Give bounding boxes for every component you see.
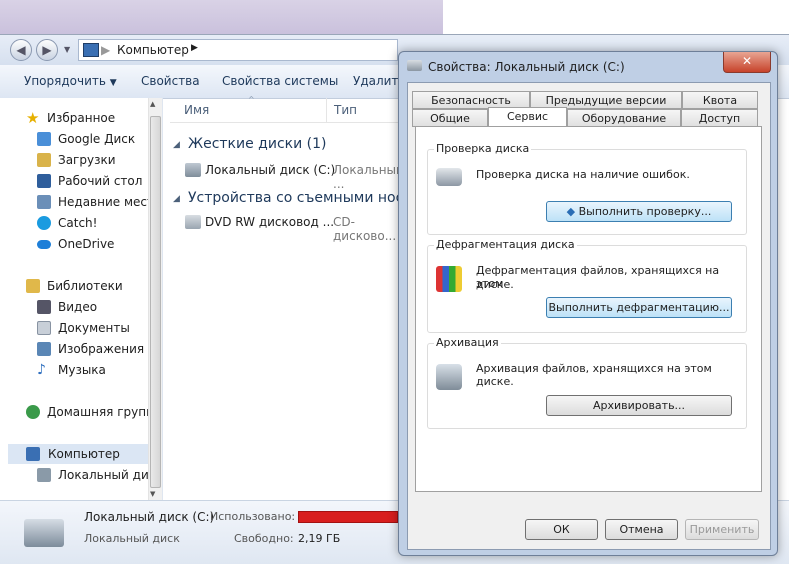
downloads-icon — [37, 153, 51, 167]
tab-hardware[interactable]: Оборудование — [567, 109, 681, 127]
dvd-drive-icon — [185, 215, 201, 229]
group-defrag: Дефрагментация диска Дефрагментация файл… — [427, 238, 747, 333]
scrollbar-thumb[interactable] — [150, 116, 161, 488]
group-backup: Архивация Архивация файлов, хранящихся н… — [427, 336, 747, 429]
group-description-line1: Дефрагментация файлов, хранящихся на это… — [476, 264, 720, 290]
navigation-pane: ★ Избранное Google Диск Загрузки Рабочий … — [0, 98, 163, 500]
check-now-button[interactable]: ◆ Выполнить проверку... — [546, 201, 732, 222]
background-window-strip — [0, 0, 789, 36]
details-name: Локальный диск (C:) — [84, 510, 215, 524]
documents-icon — [37, 321, 51, 335]
group-title: Проверка диска — [434, 142, 532, 155]
shield-icon: ◆ — [566, 205, 576, 218]
breadcrumb-chevron-icon[interactable]: ▶ — [191, 43, 198, 53]
defragment-now-button[interactable]: Выполнить дефрагментацию... — [546, 297, 732, 318]
navigation-scrollbar[interactable]: ▲ ▼ — [148, 98, 162, 500]
dropdown-arrow-icon: ▼ — [109, 78, 117, 88]
group-removable[interactable]: Устройства со съемными нос... — [188, 190, 417, 206]
hard-disk-icon — [37, 468, 51, 482]
tab-panel-service: Проверка диска Проверка диска на наличие… — [415, 126, 762, 492]
desktop-icon — [37, 174, 51, 188]
free-label: Свободно: — [234, 532, 294, 545]
forward-button[interactable]: ▶ — [36, 39, 58, 61]
list-item-dvd[interactable]: DVD RW дисковод ... CD-дисково... — [181, 212, 403, 243]
recent-places-icon — [37, 195, 51, 209]
tab-general[interactable]: Общие — [412, 109, 488, 127]
images-icon — [37, 342, 51, 356]
computer-icon — [26, 447, 40, 461]
homegroup-icon — [26, 405, 40, 419]
close-button[interactable]: ✕ — [723, 52, 771, 73]
group-description: Проверка диска на наличие ошибок. — [476, 168, 690, 181]
onedrive-cloud-icon — [37, 240, 51, 249]
ok-button[interactable]: ОК — [525, 519, 598, 540]
system-properties-button[interactable]: Свойства системы — [222, 74, 338, 88]
group-description-line2: диске. — [476, 278, 514, 291]
details-type: Локальный диск — [84, 532, 180, 545]
breadcrumb-separator-icon: ▶ — [101, 43, 111, 57]
background-document — [443, 0, 789, 36]
back-button[interactable]: ◀ — [10, 39, 32, 61]
hard-disk-large-icon — [24, 519, 64, 547]
group-collapse-icon[interactable]: ◢ — [173, 194, 180, 204]
tab-quota[interactable]: Квота — [682, 91, 758, 109]
backup-now-button[interactable]: Архивировать... — [546, 395, 732, 416]
organize-button[interactable]: Упорядочить ▼ — [24, 74, 117, 88]
music-note-icon: ♪ — [37, 362, 46, 378]
backup-icon — [436, 364, 462, 390]
libraries-icon — [26, 279, 40, 293]
scroll-up-icon[interactable]: ▲ — [150, 100, 155, 108]
used-label: Использовано: — [210, 510, 296, 523]
group-collapse-icon[interactable]: ◢ — [173, 140, 180, 150]
group-title: Архивация — [434, 336, 501, 349]
computer-icon — [83, 43, 99, 57]
hard-disk-icon — [185, 163, 201, 177]
scroll-down-icon[interactable]: ▼ — [150, 490, 155, 498]
properties-dialog: Свойства: Локальный диск (C:) ✕ Безопасн… — [398, 51, 778, 556]
star-icon: ★ — [26, 109, 40, 127]
group-hard-drives[interactable]: Жесткие диски (1) — [188, 136, 326, 152]
group-disk-check: Проверка диска Проверка диска на наличие… — [427, 142, 747, 235]
group-title: Дефрагментация диска — [434, 238, 577, 251]
list-item-local-disk[interactable]: Локальный диск (C:) Локальный ... — [181, 160, 404, 191]
disk-title-icon — [407, 60, 422, 71]
free-value: 2,19 ГБ — [298, 532, 341, 545]
defrag-icon — [436, 266, 462, 292]
video-icon — [37, 300, 51, 314]
address-text: Компьютер — [117, 43, 189, 57]
content-list: ◢ Жесткие диски (1) Локальный диск (C:) … — [163, 98, 417, 500]
tab-service[interactable]: Сервис — [488, 107, 567, 128]
address-bar[interactable]: ▶ Компьютер ▶ — [78, 39, 398, 61]
apply-button[interactable]: Применить — [685, 519, 759, 540]
disk-check-icon — [436, 168, 462, 186]
recent-pages-icon[interactable]: ▼ — [64, 45, 70, 54]
properties-button[interactable]: Свойства — [141, 74, 200, 88]
tab-sharing[interactable]: Доступ — [681, 109, 758, 127]
nav-local-disk[interactable]: Локальный диск — [37, 465, 148, 485]
nav-computer[interactable]: Компьютер — [8, 444, 148, 464]
dialog-title: Свойства: Локальный диск (C:) — [428, 60, 625, 74]
disk-usage-bar — [298, 511, 398, 523]
catch-icon — [37, 216, 51, 230]
cancel-button[interactable]: Отмена — [605, 519, 678, 540]
group-description: Архивация файлов, хранящихся на этом дис… — [476, 362, 712, 388]
google-drive-icon — [37, 132, 51, 146]
